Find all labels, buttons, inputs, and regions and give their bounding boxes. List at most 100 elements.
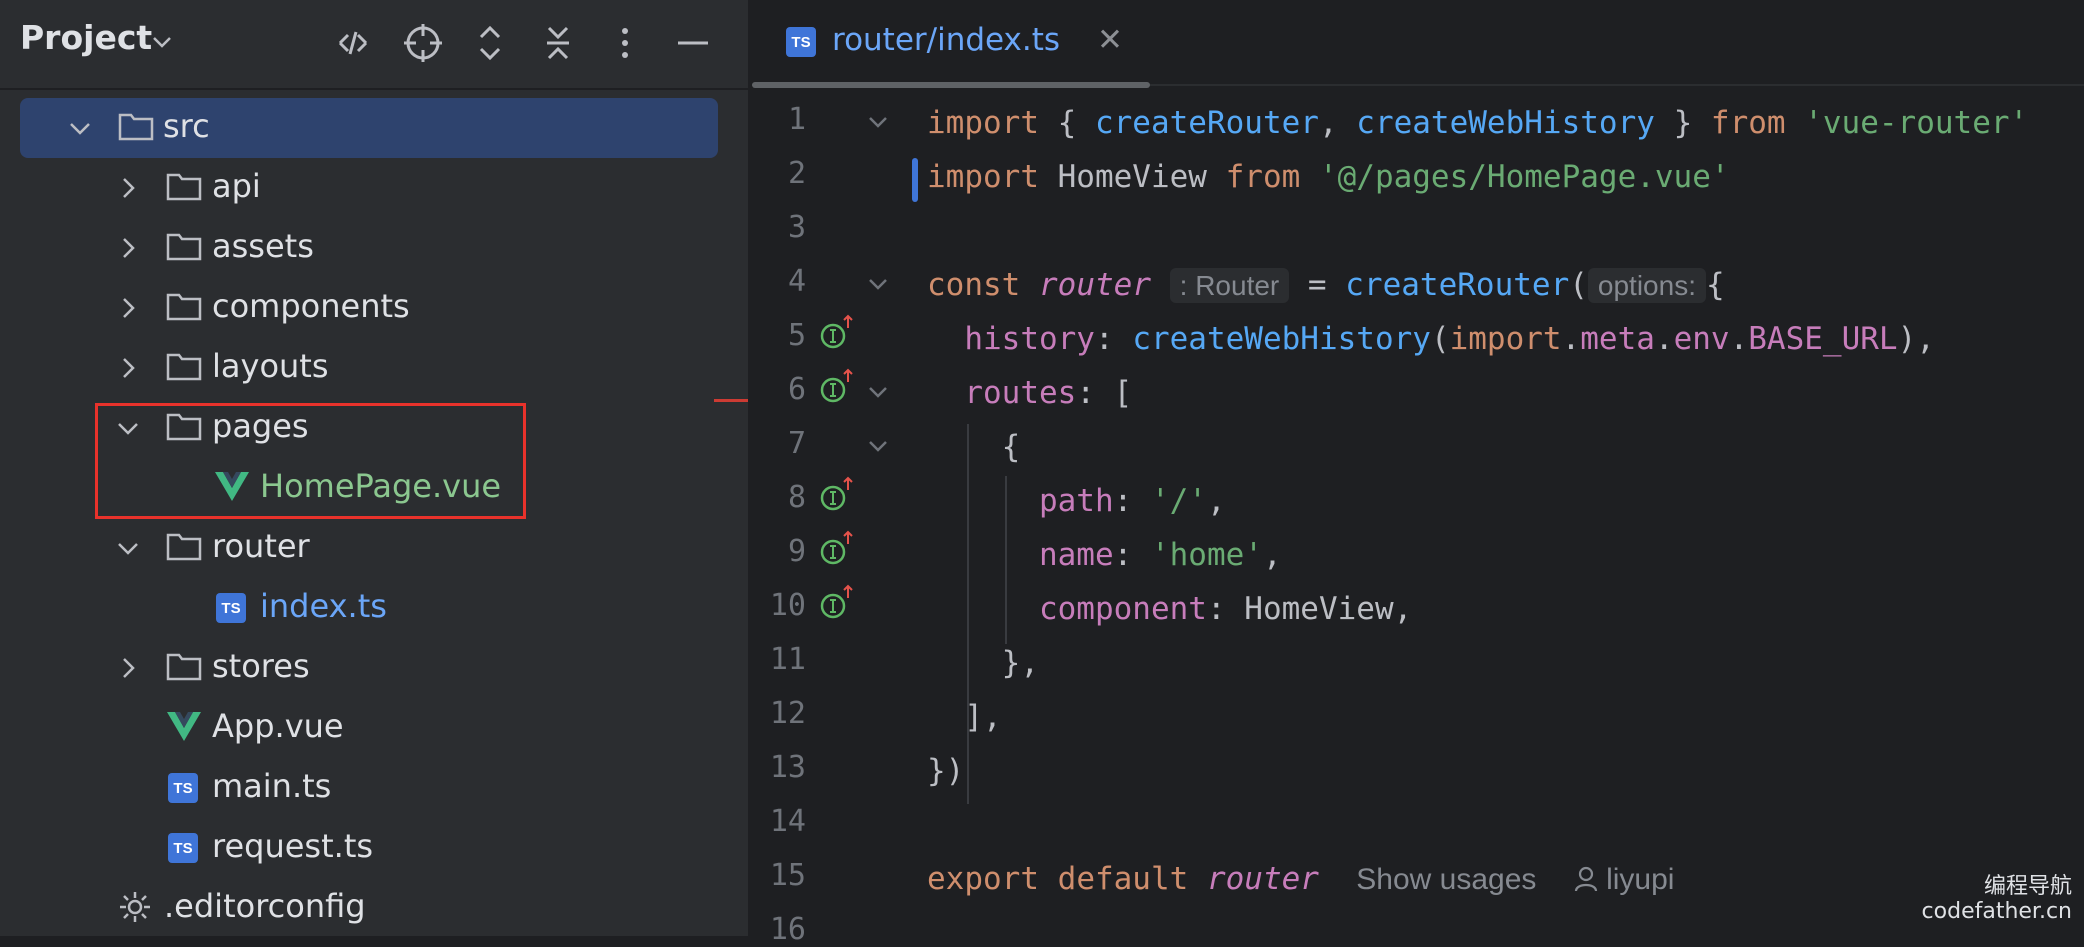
tree-item-label: src bbox=[163, 107, 210, 145]
tree-item-assets[interactable]: assets bbox=[0, 218, 748, 278]
line-number: 12 bbox=[769, 696, 806, 731]
code-line-12: ], bbox=[927, 699, 1002, 735]
collapse-all-icon[interactable] bbox=[535, 20, 581, 66]
folder-icon bbox=[166, 533, 202, 561]
more-icon[interactable] bbox=[602, 20, 648, 66]
code-line-7: { bbox=[927, 429, 1021, 465]
typescript-icon: TS bbox=[168, 833, 198, 863]
code-line-11: }, bbox=[927, 645, 1039, 681]
tree-item-app-vue[interactable]: App.vue bbox=[0, 698, 748, 758]
author-hint[interactable]: liyupi bbox=[1574, 863, 1675, 896]
tree-item-router[interactable]: router bbox=[0, 518, 748, 578]
close-icon[interactable]: ✕ bbox=[1097, 22, 1123, 58]
tree-item-label: router bbox=[212, 527, 310, 565]
code-line-5: history: createWebHistory(import.meta.en… bbox=[964, 321, 1935, 357]
line-number: 1 bbox=[787, 102, 806, 137]
typescript-icon: TS bbox=[168, 773, 198, 803]
tab-router-index-ts[interactable]: TS router/index.ts ✕ bbox=[752, 0, 1152, 84]
tree-item-label: main.ts bbox=[212, 767, 332, 805]
line-number: 8 bbox=[787, 480, 806, 515]
highlight-box bbox=[95, 403, 526, 519]
line-number: 16 bbox=[769, 912, 806, 947]
code-editor[interactable]: TS router/index.ts ✕ 1 2 3 4 5 6 7 8 9 1… bbox=[752, 0, 2084, 947]
tree-item-index-ts[interactable]: TS index.ts bbox=[0, 578, 748, 638]
watermark-url: codefather.cn bbox=[1921, 899, 2072, 924]
fold-icon[interactable] bbox=[866, 110, 890, 134]
folder-icon bbox=[166, 653, 202, 681]
author-name: liyupi bbox=[1606, 863, 1675, 896]
chevron-down-icon[interactable] bbox=[68, 116, 92, 140]
code-line-10: component: HomeView, bbox=[1038, 591, 1413, 627]
locate-icon[interactable] bbox=[400, 20, 446, 66]
diff-icon[interactable] bbox=[330, 20, 376, 66]
tree-item-api[interactable]: api bbox=[0, 158, 748, 218]
fold-icon[interactable] bbox=[866, 380, 890, 404]
tree-item-label: App.vue bbox=[212, 707, 344, 745]
tree-item-label: index.ts bbox=[260, 587, 387, 625]
tree-item-label: api bbox=[212, 167, 261, 205]
tree-item-label: .editorconfig bbox=[164, 887, 366, 925]
code-line-6: routes: [ bbox=[964, 375, 1133, 411]
chevron-right-icon[interactable] bbox=[116, 236, 140, 260]
gear-icon bbox=[120, 892, 150, 922]
tree-item-layouts[interactable]: layouts bbox=[0, 338, 748, 398]
code-line-2: import HomeView from '@/pages/HomePage.v… bbox=[927, 159, 1730, 195]
implements-icon[interactable] bbox=[819, 530, 855, 566]
minimize-icon[interactable] bbox=[670, 20, 716, 66]
chevron-down-icon[interactable] bbox=[116, 536, 140, 560]
tree-item-label: components bbox=[212, 287, 410, 325]
tree-item-src[interactable]: src bbox=[20, 98, 718, 158]
person-icon bbox=[1574, 866, 1597, 892]
implements-icon[interactable] bbox=[819, 368, 855, 404]
tree-item-components[interactable]: components bbox=[0, 278, 748, 338]
line-number: 7 bbox=[787, 426, 806, 461]
tree-item-main-ts[interactable]: TS main.ts bbox=[0, 758, 748, 818]
line-number: 15 bbox=[769, 858, 806, 893]
chevron-right-icon[interactable] bbox=[116, 176, 140, 200]
implements-icon[interactable] bbox=[819, 584, 855, 620]
code-line-13: }) bbox=[927, 753, 965, 789]
chevron-right-icon[interactable] bbox=[116, 296, 140, 320]
tree-item-label: assets bbox=[212, 227, 314, 265]
typescript-icon: TS bbox=[216, 593, 246, 623]
code-line-9: name: 'home', bbox=[1038, 537, 1282, 573]
fold-icon[interactable] bbox=[866, 272, 890, 296]
horizontal-scrollbar[interactable] bbox=[752, 82, 1150, 88]
change-marker bbox=[912, 158, 918, 202]
parameter-hint: options: bbox=[1587, 268, 1706, 303]
implements-icon[interactable] bbox=[819, 476, 855, 512]
line-number: 3 bbox=[787, 210, 806, 245]
folder-icon bbox=[166, 353, 202, 381]
line-number: 14 bbox=[769, 804, 806, 839]
implements-icon[interactable] bbox=[819, 314, 855, 350]
fold-icon[interactable] bbox=[866, 434, 890, 458]
chevron-right-icon[interactable] bbox=[116, 656, 140, 680]
project-header: Project bbox=[0, 0, 748, 90]
line-number: 9 bbox=[787, 534, 806, 569]
tree-item-stores[interactable]: stores bbox=[0, 638, 748, 698]
tree-item-editorconfig[interactable]: .editorconfig bbox=[0, 878, 748, 938]
expand-all-icon[interactable] bbox=[467, 20, 513, 66]
annotation-line bbox=[714, 399, 748, 402]
tree-item-request-ts[interactable]: TS request.ts bbox=[0, 818, 748, 878]
vue-icon bbox=[167, 712, 201, 741]
show-usages-link[interactable]: Show usages bbox=[1356, 863, 1536, 896]
line-number: 6 bbox=[787, 372, 806, 407]
code-line-1: import { createRouter, createWebHistory … bbox=[927, 105, 2029, 141]
code-line-15: export default router Show usages liyupi bbox=[927, 861, 1675, 897]
line-number: 4 bbox=[787, 264, 806, 299]
chevron-right-icon[interactable] bbox=[116, 356, 140, 380]
line-number: 10 bbox=[769, 588, 806, 623]
watermark-title: 编程导航 bbox=[1983, 874, 2072, 899]
line-number: 11 bbox=[769, 642, 806, 677]
type-hint: : Router bbox=[1169, 268, 1290, 303]
folder-icon bbox=[166, 293, 202, 321]
tree-item-label: request.ts bbox=[212, 827, 374, 865]
chevron-down-icon[interactable] bbox=[150, 30, 174, 54]
project-panel: Project src api assets components layout… bbox=[0, 0, 748, 936]
typescript-icon: TS bbox=[786, 27, 816, 57]
project-title[interactable]: Project bbox=[20, 18, 152, 57]
editor-tab-bar: TS router/index.ts ✕ bbox=[752, 0, 2084, 88]
folder-icon bbox=[166, 233, 202, 261]
tree-item-label: layouts bbox=[212, 347, 329, 385]
